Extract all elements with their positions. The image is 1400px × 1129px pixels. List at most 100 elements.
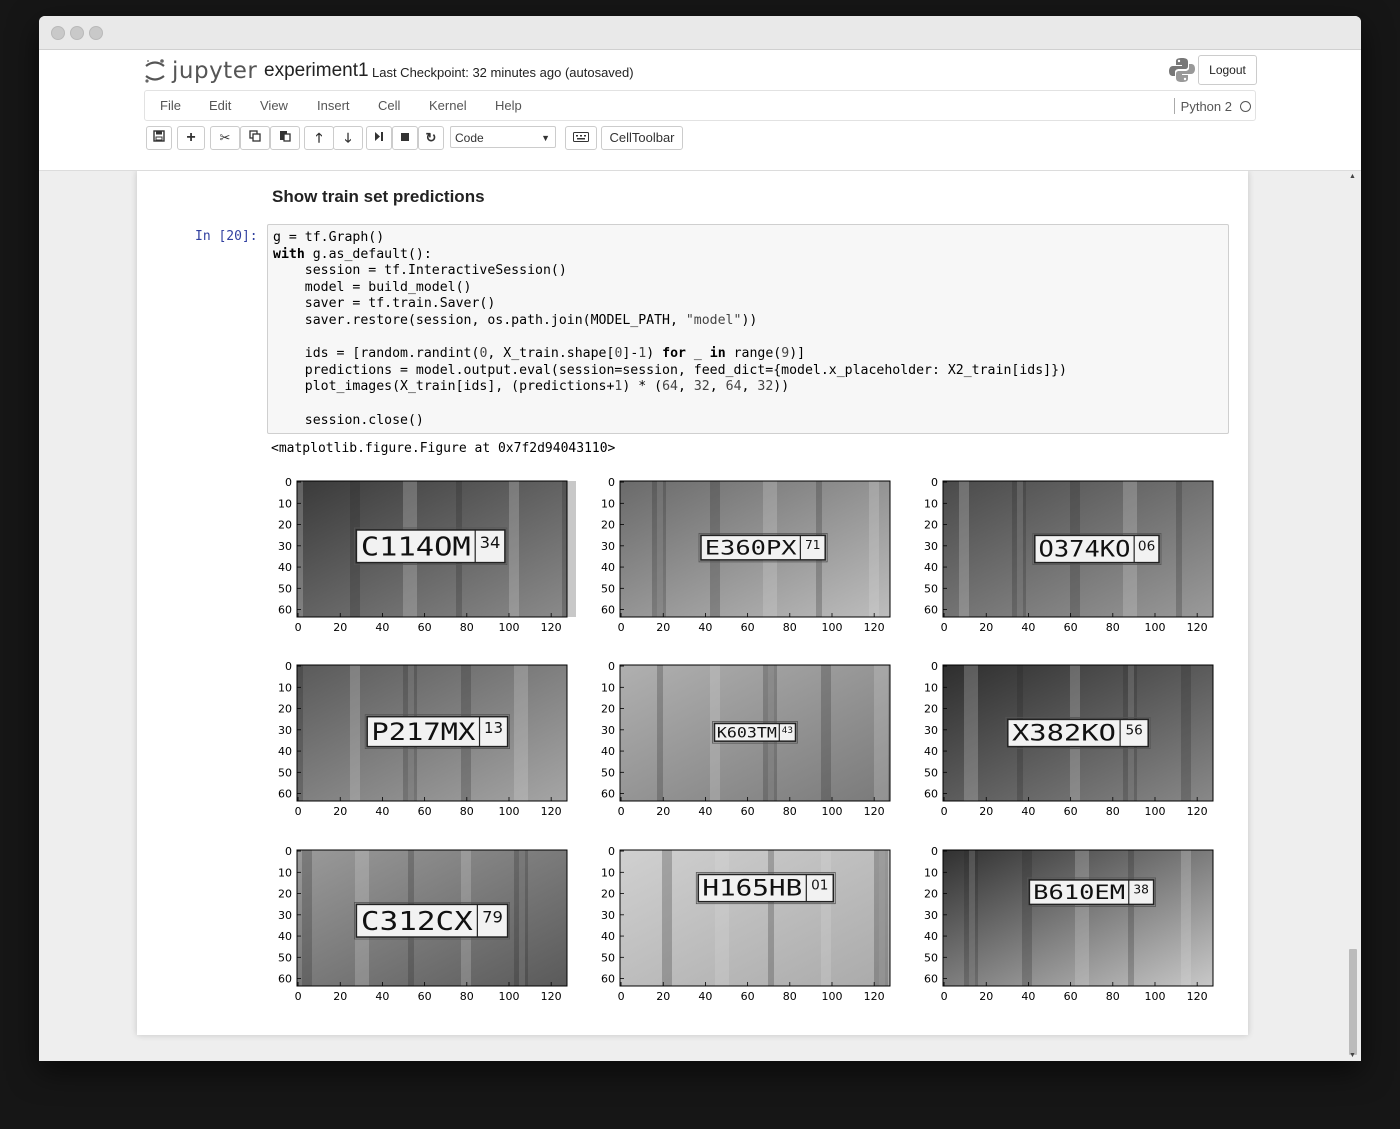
plate-plot-7: C312CX 79 0 10 20 30 40 50 60 0 20 40 60 80 100 120 xyxy=(267,840,568,1010)
menu-file[interactable]: File xyxy=(160,98,181,113)
x-tick-label: 60 xyxy=(1064,621,1078,634)
image-texture xyxy=(509,481,519,617)
jupyter-logo[interactable]: jupyter xyxy=(144,56,257,86)
scroll-thumb[interactable] xyxy=(1349,949,1357,1055)
plot-svg: C114OM 3401020304050600 20 40 60 80 100 120 xyxy=(278,476,576,634)
image-texture xyxy=(1176,481,1182,617)
plate-number: H165HB xyxy=(702,877,802,902)
move-down-button[interactable]: 🡓 xyxy=(333,126,363,150)
y-tick-label: 0 xyxy=(931,476,938,489)
scroll-down-icon[interactable]: ▼ xyxy=(1349,1052,1356,1059)
x-tick-label: 0 xyxy=(618,990,625,1003)
x-tick-label: 120 xyxy=(864,621,885,634)
y-tick-label: 30 xyxy=(601,724,615,737)
y-tick-label: 60 xyxy=(924,973,938,986)
plate-plot-6: X382KO 56 0 10 20 30 40 50 60 0 20 40 60 80 100 120 xyxy=(913,655,1214,825)
plate-number: B610EM xyxy=(1033,881,1125,904)
y-tick-label: 20 xyxy=(924,703,938,716)
x-tick-label: 80 xyxy=(783,621,797,634)
y-tick-label: 30 xyxy=(601,540,615,553)
minimize-window-button[interactable] xyxy=(70,26,84,40)
y-tick-label: 10 xyxy=(924,866,938,879)
y-tick-label: 20 xyxy=(601,703,615,716)
y-tick-label: 0 xyxy=(285,845,292,858)
logout-button[interactable]: Logout xyxy=(1198,55,1257,85)
save-button[interactable] xyxy=(146,126,172,150)
plate-number: K603TM xyxy=(717,725,777,741)
x-tick-label: 100 xyxy=(821,805,842,818)
kernel-idle-icon xyxy=(1240,100,1251,112)
menu-cell[interactable]: Cell xyxy=(378,98,400,113)
x-tick-label: 120 xyxy=(541,621,562,634)
close-window-button[interactable] xyxy=(51,26,65,40)
x-tick-label: 60 xyxy=(418,990,432,1003)
insert-cell-button[interactable]: + xyxy=(177,126,205,150)
vertical-scrollbar[interactable]: ▲ ▼ xyxy=(1347,171,1359,1061)
notebook-name[interactable]: experiment1 xyxy=(264,60,369,82)
command-palette-button[interactable] xyxy=(565,126,597,150)
plate-number: E360PX xyxy=(705,536,797,559)
x-tick-label: 0 xyxy=(618,621,625,634)
image-texture xyxy=(1181,850,1191,986)
plate-region: 79 xyxy=(482,907,503,926)
move-down-icon: 🡓 xyxy=(344,130,352,145)
x-tick-label: 80 xyxy=(783,990,797,1003)
plate-region: 06 xyxy=(1138,538,1155,554)
celltoolbar-button[interactable]: CellToolbar xyxy=(601,126,683,150)
paste-button[interactable] xyxy=(270,126,300,150)
y-tick-label: 10 xyxy=(924,497,938,510)
plot-svg: E360PX 7101020304050600 20 40 60 80 100 120 xyxy=(601,476,891,634)
image-texture xyxy=(821,850,831,986)
plate-number: O374KO xyxy=(1039,538,1131,563)
image-texture xyxy=(869,481,879,617)
x-tick-label: 60 xyxy=(418,621,432,634)
interrupt-button[interactable] xyxy=(392,126,418,150)
menu-insert[interactable]: Insert xyxy=(317,98,350,113)
x-tick-label: 80 xyxy=(1106,805,1120,818)
restart-kernel-button[interactable]: ↻ xyxy=(418,126,444,150)
y-tick-label: 50 xyxy=(601,766,615,779)
y-tick-label: 20 xyxy=(278,888,292,901)
y-tick-label: 60 xyxy=(601,788,615,801)
x-tick-label: 60 xyxy=(741,990,755,1003)
copy-button[interactable] xyxy=(240,126,270,150)
kernel-separator xyxy=(1173,98,1175,114)
restart-icon: ↻ xyxy=(425,130,437,145)
code-cell-editor[interactable]: g = tf.Graph() with g.as_default(): sess… xyxy=(267,224,1229,434)
kernel-name: Python 2 xyxy=(1180,98,1232,114)
x-tick-label: 40 xyxy=(375,621,389,634)
y-tick-label: 40 xyxy=(601,930,615,943)
y-tick-label: 0 xyxy=(285,476,292,489)
y-tick-label: 40 xyxy=(601,561,615,574)
image-texture xyxy=(297,481,303,617)
y-tick-label: 50 xyxy=(924,951,938,964)
x-tick-label: 40 xyxy=(698,621,712,634)
x-tick-label: 60 xyxy=(741,805,755,818)
menu-kernel[interactable]: Kernel xyxy=(429,98,467,113)
run-cell-button[interactable] xyxy=(366,126,392,150)
image-texture xyxy=(662,850,672,986)
y-tick-label: 30 xyxy=(601,909,615,922)
y-tick-label: 50 xyxy=(278,951,292,964)
image-texture xyxy=(959,481,969,617)
x-tick-label: 0 xyxy=(941,621,948,634)
x-tick-label: 120 xyxy=(1187,621,1208,634)
jupyter-logo-icon xyxy=(145,59,165,83)
x-tick-label: 100 xyxy=(498,990,519,1003)
menu-view[interactable]: View xyxy=(260,98,288,113)
scroll-up-icon[interactable]: ▲ xyxy=(1349,173,1356,180)
x-tick-label: 120 xyxy=(1187,990,1208,1003)
cell-type-select[interactable]: Code ▼ xyxy=(450,126,556,148)
menu-help[interactable]: Help xyxy=(495,98,522,113)
x-tick-label: 100 xyxy=(498,805,519,818)
cut-button[interactable]: ✂ xyxy=(210,126,240,150)
x-tick-label: 80 xyxy=(783,805,797,818)
x-tick-label: 40 xyxy=(1021,990,1035,1003)
x-tick-label: 100 xyxy=(821,621,842,634)
move-up-button[interactable]: 🡑 xyxy=(304,126,334,150)
window-titlebar xyxy=(39,16,1361,50)
plate-plot-1: C114OM 34 0 10 20 30 40 50 60 0 20 40 60 80 100 120 xyxy=(267,471,576,641)
zoom-window-button[interactable] xyxy=(89,26,103,40)
menu-edit[interactable]: Edit xyxy=(209,98,231,113)
output-text: <matplotlib.figure.Figure at 0x7f2d94043… xyxy=(271,441,616,456)
